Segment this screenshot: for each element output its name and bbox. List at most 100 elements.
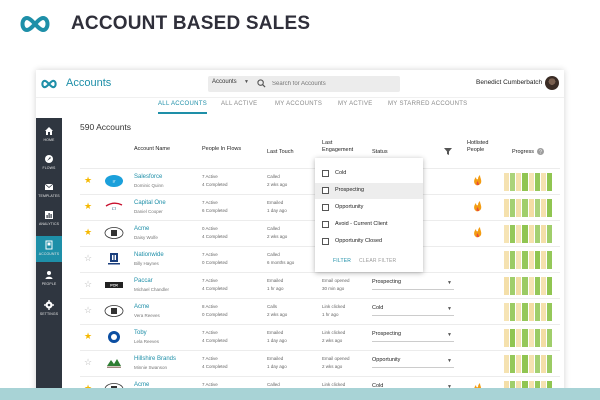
caret-down-icon[interactable]: ▼ xyxy=(447,306,452,312)
hotlist-flame-icon[interactable] xyxy=(473,201,483,212)
star-icon[interactable]: ★ xyxy=(84,332,92,341)
sidebar-item-people[interactable]: PEOPLE xyxy=(36,266,62,292)
sidebar-item-flows[interactable]: FLOWS xyxy=(36,150,62,176)
table-row[interactable]: ☆ Hillshire Brands Minnie Swanson 7 Active 4… xyxy=(80,350,560,376)
account-name-link[interactable]: Toby xyxy=(134,330,147,336)
star-icon[interactable]: ★ xyxy=(84,228,92,237)
tab-all-accounts[interactable]: ALL ACCOUNTS xyxy=(158,98,208,114)
accounts-content: 590 Accounts Account Name People In Flow… xyxy=(62,114,564,400)
last-engagement-time: 2 wks ago xyxy=(322,364,343,369)
last-touch-time: 6 months ago xyxy=(267,260,295,265)
table-row[interactable]: ☆ Acme Vera Reeves 8 Active 0 Completed Calls… xyxy=(80,298,560,324)
progress-bar-segment xyxy=(516,303,522,321)
tab-my-accounts[interactable]: MY ACCOUNTS xyxy=(275,98,322,114)
account-name-link[interactable]: Hillshire Brands xyxy=(134,356,176,362)
status-filter-option[interactable]: Cold xyxy=(315,166,423,182)
help-icon[interactable]: ? xyxy=(537,148,544,155)
filter-icon[interactable] xyxy=(444,148,452,155)
acme-logo-icon xyxy=(104,304,124,318)
status-filter-option[interactable]: Avoid - Current Client xyxy=(315,217,423,233)
progress-bar-segment xyxy=(540,303,546,321)
filter-button[interactable]: FILTER xyxy=(333,258,351,264)
tab-all-active[interactable]: ALL ACTIVE xyxy=(221,98,257,114)
caret-down-icon[interactable]: ▼ xyxy=(244,79,249,85)
sidebar-item-home[interactable]: HOME xyxy=(36,122,62,148)
account-name-link[interactable]: Paccar xyxy=(134,278,153,284)
last-touch-type: Called xyxy=(267,382,280,387)
status-select[interactable]: Opportunity ▼ xyxy=(372,357,454,368)
checkbox[interactable] xyxy=(322,221,329,228)
flows-active: 7 Active xyxy=(202,356,218,361)
progress-bar-segment xyxy=(510,303,516,321)
progress-bars xyxy=(504,225,552,243)
col-header-account-name[interactable]: Account Name xyxy=(134,146,170,153)
app-logo-icon[interactable] xyxy=(40,78,58,90)
hotlist-flame-icon[interactable] xyxy=(473,175,483,186)
last-engagement-time: 1 hr ago xyxy=(322,312,339,317)
col-header-last-touch[interactable]: Last Touch xyxy=(267,149,294,156)
status-filter-option[interactable]: Opportunity Closed xyxy=(315,234,423,250)
col-header-last-engagement[interactable]: Last Engagement xyxy=(322,140,353,153)
table-row[interactable]: ☆ PCR Paccar Michael Chandler 7 Active 4 Comp… xyxy=(80,272,560,298)
progress-bar-segment xyxy=(528,199,534,217)
sidebar-item-templates[interactable]: TEMPLATES xyxy=(36,178,62,204)
hotlist-flame-icon[interactable] xyxy=(473,227,483,238)
star-icon[interactable]: ☆ xyxy=(84,254,92,263)
col-header-hotlisted-people[interactable]: Hotlisted People xyxy=(467,140,491,153)
checkbox[interactable] xyxy=(322,204,329,211)
search-input[interactable] xyxy=(272,78,392,90)
status-filter-option-label: Opportunity Closed xyxy=(335,238,383,244)
status-select[interactable]: Cold ▼ xyxy=(372,305,454,316)
progress-bars xyxy=(504,329,552,347)
col-header-progress[interactable]: Progress xyxy=(512,149,534,156)
star-icon[interactable]: ☆ xyxy=(84,358,92,367)
user-name[interactable]: Benedict Cumberbatch xyxy=(476,79,542,86)
star-icon[interactable]: ☆ xyxy=(84,306,92,315)
progress-bar-segment xyxy=(546,225,552,243)
caret-down-icon[interactable]: ▼ xyxy=(447,280,452,286)
progress-bar-segment xyxy=(516,199,522,217)
account-name-link[interactable]: Acme xyxy=(134,304,149,310)
tab-my-active[interactable]: MY ACTIVE xyxy=(338,98,373,114)
app-title: Accounts xyxy=(66,77,112,89)
account-name-link[interactable]: Nationwide xyxy=(134,252,164,258)
progress-bar-segment xyxy=(504,303,510,321)
status-select-value: Prospecting xyxy=(372,279,402,285)
avatar[interactable] xyxy=(545,76,559,90)
progress-bar-segment xyxy=(534,303,540,321)
status-filter-option[interactable]: Prospecting xyxy=(315,183,423,199)
status-select[interactable]: Prospecting ▼ xyxy=(372,331,454,342)
caret-down-icon[interactable]: ▼ xyxy=(447,358,452,364)
status-filter-option[interactable]: Opportunity xyxy=(315,200,423,216)
progress-bar-segment xyxy=(510,225,516,243)
star-icon[interactable]: ★ xyxy=(84,176,92,185)
paccar-logo-icon: PCR xyxy=(104,278,124,292)
last-engagement-type: Link clicked xyxy=(322,330,346,335)
sidebar-item-settings[interactable]: SETTINGS xyxy=(36,296,62,322)
star-icon[interactable]: ★ xyxy=(84,202,92,211)
sidebar-item-accounts[interactable]: ACCOUNTS xyxy=(36,236,62,262)
col-header-people-in-flows[interactable]: People In Flows xyxy=(202,146,241,153)
table-row[interactable]: ★ Toby Lela Reeves 7 Active 4 Completed Email… xyxy=(80,324,560,350)
col-header-status[interactable]: Status xyxy=(372,149,388,156)
caret-down-icon[interactable]: ▼ xyxy=(447,332,452,338)
clear-filter-button[interactable]: CLEAR FILTER xyxy=(359,258,396,264)
checkbox[interactable] xyxy=(322,170,329,177)
sidebar-item-analytics[interactable]: ANALYTICS xyxy=(36,206,62,232)
account-name-link[interactable]: Salesforce xyxy=(134,174,162,180)
flows-completed: 4 Completed xyxy=(202,338,228,343)
checkbox[interactable] xyxy=(322,187,329,194)
accounts-icon xyxy=(45,240,53,250)
progress-bars xyxy=(504,303,552,321)
status-select[interactable]: Prospecting ▼ xyxy=(372,279,454,290)
star-icon[interactable]: ☆ xyxy=(84,280,92,289)
search-scope-select[interactable]: Accounts xyxy=(212,79,237,85)
account-name-link[interactable]: Capital One xyxy=(134,200,166,206)
progress-bar-segment xyxy=(510,199,516,217)
account-contact: Michael Chandler xyxy=(134,287,170,292)
account-name-link[interactable]: Acme xyxy=(134,226,149,232)
last-touch-type: Called xyxy=(267,174,280,179)
tab-my-starred-accounts[interactable]: MY STARRED ACCOUNTS xyxy=(388,98,468,114)
checkbox[interactable] xyxy=(322,238,329,245)
account-contact: Lela Reeves xyxy=(134,339,160,344)
